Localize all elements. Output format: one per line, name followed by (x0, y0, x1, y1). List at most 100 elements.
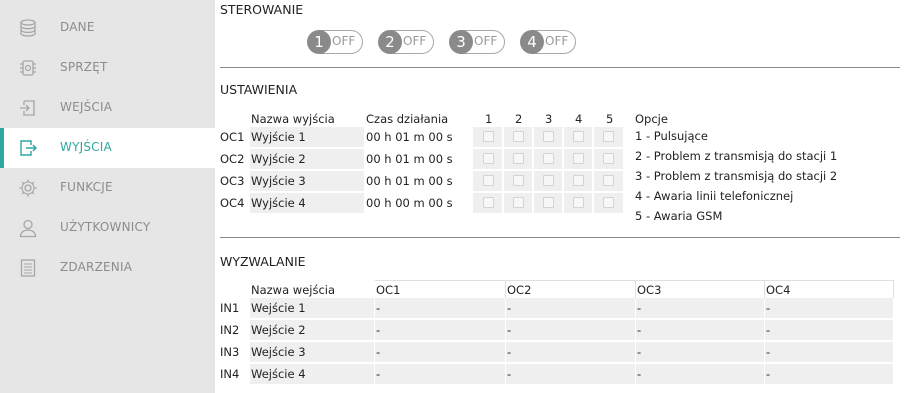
sidebar-item-sprzet[interactable]: SPRZĘT (0, 48, 215, 88)
option-checkbox-oc4-1[interactable] (483, 197, 494, 208)
trigger-cell-in4-oc4[interactable]: - (765, 364, 893, 384)
toggle-output-4[interactable]: 4 OFF (520, 30, 576, 54)
table-header-border (375, 280, 893, 281)
option-checkbox-oc2-2[interactable] (513, 153, 524, 164)
table-header-separator (893, 280, 894, 298)
toggle-number: 2 (378, 30, 402, 54)
column-header-output-name: Nazwa wyjścia (251, 112, 335, 126)
option-checkbox-oc3-4[interactable] (573, 175, 584, 186)
output-name-field[interactable]: Wyjście 4 (250, 193, 364, 213)
option-checkbox-oc1-1[interactable] (483, 131, 494, 142)
output-id: OC1 (220, 130, 245, 144)
toggle-state: OFF (545, 34, 569, 48)
toggle-state: OFF (474, 34, 498, 48)
option-checkbox-oc2-3[interactable] (543, 153, 554, 164)
option-legend-item: 5 - Awaria GSM (635, 209, 723, 223)
sidebar-item-zdarzenia[interactable]: ZDARZENIA (0, 248, 215, 288)
trigger-cell-in2-oc3[interactable]: - (636, 320, 764, 340)
table-header-separator (505, 280, 506, 298)
trigger-cell-in3-oc1[interactable]: - (375, 342, 505, 362)
sidebar-item-label: UŻYTKOWNICY (60, 220, 151, 234)
main-content: STEROWANIE 1 OFF 2 OFF 3 OFF 4 OFF USTAW… (215, 0, 904, 393)
column-header-option-1: 1 (485, 112, 493, 126)
toggle-state: OFF (403, 34, 427, 48)
column-header-oc3: OC3 (637, 283, 662, 297)
sidebar-item-label: DANE (60, 20, 95, 34)
input-name: Wejście 1 (250, 298, 374, 318)
column-header-option-5: 5 (606, 112, 614, 126)
trigger-cell-in4-oc2[interactable]: - (506, 364, 635, 384)
toggle-output-2[interactable]: 2 OFF (378, 30, 434, 54)
trigger-cell-in4-oc3[interactable]: - (636, 364, 764, 384)
output-name-field[interactable]: Wyjście 2 (250, 149, 364, 169)
sidebar-item-uzytkownicy[interactable]: UŻYTKOWNICY (0, 208, 215, 248)
toggle-output-1[interactable]: 1 OFF (307, 30, 363, 54)
trigger-cell-in1-oc3[interactable]: - (636, 298, 764, 318)
output-time-field[interactable]: 00 h 01 m 00 s (365, 127, 472, 147)
table-header-separator (764, 280, 765, 298)
sidebar: DANE SPRZĘT WEJŚCIA WYJŚCIA FUNKCJE UŻYT… (0, 0, 215, 393)
input-id: IN3 (220, 345, 240, 359)
sidebar-item-label: FUNKCJE (60, 180, 113, 194)
option-checkbox-oc3-2[interactable] (513, 175, 524, 186)
sidebar-item-wejscia[interactable]: WEJŚCIA (0, 88, 215, 128)
option-checkbox-oc4-4[interactable] (573, 197, 584, 208)
trigger-cell-in4-oc1[interactable]: - (375, 364, 505, 384)
option-checkbox-oc2-1[interactable] (483, 153, 494, 164)
sidebar-item-wyjscia[interactable]: WYJŚCIA (0, 128, 215, 168)
column-header-oc1: OC1 (376, 283, 401, 297)
option-checkbox-oc1-2[interactable] (513, 131, 524, 142)
sidebar-item-dane[interactable]: DANE (0, 8, 215, 48)
output-name-field[interactable]: Wyjście 3 (250, 171, 364, 191)
sidebar-item-label: WYJŚCIA (60, 140, 112, 154)
user-icon (18, 218, 38, 238)
divider (220, 67, 900, 68)
option-checkbox-oc1-5[interactable] (603, 131, 614, 142)
trigger-cell-in2-oc2[interactable]: - (506, 320, 635, 340)
input-id: IN1 (220, 301, 240, 315)
trigger-cell-in2-oc4[interactable]: - (765, 320, 893, 340)
database-icon (18, 18, 38, 38)
toggle-state: OFF (332, 34, 356, 48)
option-checkbox-oc3-5[interactable] (603, 175, 614, 186)
option-checkbox-oc1-3[interactable] (543, 131, 554, 142)
toggle-output-3[interactable]: 3 OFF (449, 30, 505, 54)
option-checkbox-oc4-3[interactable] (543, 197, 554, 208)
divider (220, 237, 900, 238)
trigger-cell-in1-oc2[interactable]: - (506, 298, 635, 318)
sidebar-item-label: SPRZĘT (60, 60, 108, 74)
trigger-cell-in1-oc4[interactable]: - (765, 298, 893, 318)
trigger-cell-in2-oc1[interactable]: - (375, 320, 505, 340)
chip-icon (18, 58, 38, 78)
output-icon (18, 138, 38, 158)
column-header-option-3: 3 (545, 112, 553, 126)
column-header-option-2: 2 (515, 112, 523, 126)
sidebar-item-label: WEJŚCIA (60, 100, 113, 114)
toggle-number: 4 (520, 30, 544, 54)
output-id: OC3 (220, 174, 245, 188)
sidebar-item-label: ZDARZENIA (60, 260, 133, 274)
trigger-cell-in3-oc2[interactable]: - (506, 342, 635, 362)
column-header-oc4: OC4 (766, 283, 791, 297)
option-legend-item: 1 - Pulsujące (635, 129, 708, 143)
output-time-field[interactable]: 00 h 00 m 00 s (365, 193, 472, 213)
option-checkbox-oc1-4[interactable] (573, 131, 584, 142)
output-time-field[interactable]: 00 h 01 m 00 s (365, 149, 472, 169)
trigger-cell-in1-oc1[interactable]: - (375, 298, 505, 318)
trigger-cell-in3-oc3[interactable]: - (636, 342, 764, 362)
trigger-cell-in3-oc4[interactable]: - (765, 342, 893, 362)
option-checkbox-oc4-2[interactable] (513, 197, 524, 208)
option-checkbox-oc3-1[interactable] (483, 175, 494, 186)
option-checkbox-oc3-3[interactable] (543, 175, 554, 186)
input-id: IN4 (220, 367, 240, 381)
option-checkbox-oc4-5[interactable] (603, 197, 614, 208)
sidebar-item-funkcje[interactable]: FUNKCJE (0, 168, 215, 208)
option-checkbox-oc2-5[interactable] (603, 153, 614, 164)
column-header-input-name: Nazwa wejścia (251, 283, 336, 297)
row-separator (250, 148, 623, 149)
option-checkbox-oc2-4[interactable] (573, 153, 584, 164)
output-name-field[interactable]: Wyjście 1 (250, 127, 364, 147)
toggle-number: 3 (449, 30, 473, 54)
output-time-field[interactable]: 00 h 01 m 00 s (365, 171, 472, 191)
column-header-option-4: 4 (575, 112, 583, 126)
